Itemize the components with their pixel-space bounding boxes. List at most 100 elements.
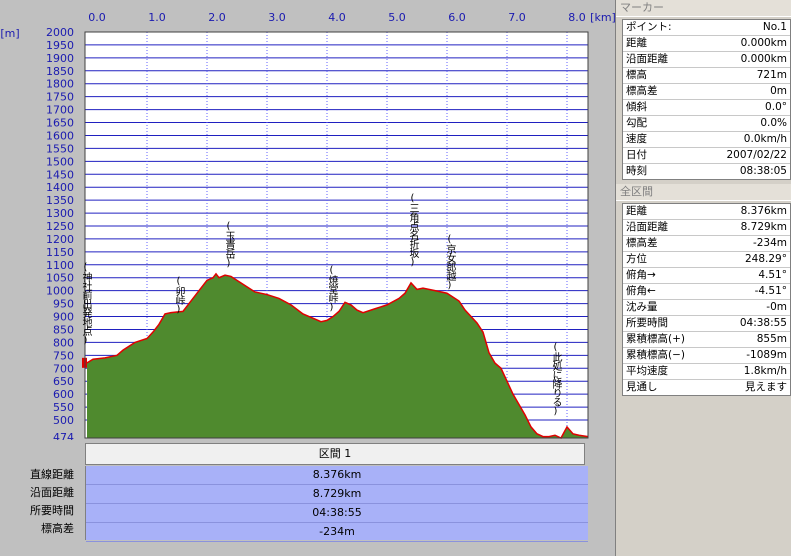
y-tick-label: 1700	[46, 104, 74, 117]
marker-value: 0.0km/h	[743, 133, 787, 145]
section-summary-key: 沈み量	[626, 301, 658, 313]
section-summary-key: 累積標高(−)	[626, 349, 685, 361]
marker-key: 日付	[626, 149, 647, 161]
x-tick-label: 5.0	[388, 11, 406, 24]
marker-value: 0.000km	[740, 37, 787, 49]
marker-value: No.1	[762, 21, 787, 33]
marker-table: ポイント: No.1 距離 0.000km 沿面距離 0.000km 標高 721m 標高差 0m…	[622, 19, 791, 180]
marker-panel-title: マーカー	[616, 0, 791, 17]
elevation-chart[interactable]: 2000 1950 1900 1850 1800 1750 1700 1650 1600 1550…	[0, 0, 615, 444]
marker-row: 標高差 0m	[623, 84, 790, 100]
section-summary-key: 俯角←	[626, 285, 656, 297]
y-tick-label: 1800	[46, 78, 74, 91]
x-tick-label: 6.0	[448, 11, 466, 24]
peak-annotation: (京女郎越)	[444, 234, 455, 290]
section-summary-key: 方位	[626, 253, 647, 265]
marker-row: 傾斜 0.0°	[623, 100, 790, 116]
peak-annotation: (三角点名折坂)	[407, 193, 418, 267]
section-summary-key: 平均速度	[626, 365, 668, 377]
y-tick-label: 800	[53, 336, 74, 349]
section-summary-value: -234m	[752, 237, 787, 249]
section-summary-value: 8.729km	[740, 221, 787, 233]
marker-row: 日付 2007/02/22	[623, 148, 790, 164]
x-tick-label: 4.0	[328, 11, 346, 24]
section-summary-row: 距離 8.376km	[623, 204, 790, 220]
section-summary-value: 4.51°	[758, 269, 787, 281]
y-tick-label: 1450	[46, 168, 74, 181]
y-tick-label: 650	[53, 375, 74, 388]
section-value-time: 04:38:55	[86, 504, 588, 523]
section-table: 8.376km 8.729km 04:38:55 -234m	[85, 466, 588, 542]
section-value-straight: 8.376km	[86, 466, 588, 485]
marker-key: 時刻	[626, 165, 647, 177]
marker-key: 勾配	[626, 117, 647, 129]
section-summary-value: 見えます	[745, 381, 787, 393]
marker-key: 距離	[626, 37, 647, 49]
section-label-surface: 沿面距離	[30, 486, 74, 499]
section-label-time: 所要時間	[30, 504, 74, 517]
section-summary-key: 所要時間	[626, 317, 668, 329]
marker-key: 標高	[626, 69, 647, 81]
marker-key: ポイント:	[626, 21, 672, 33]
section-panel-title: 全区間	[616, 184, 791, 201]
y-tick-label: 1350	[46, 194, 74, 207]
marker-row: 標高 721m	[623, 68, 790, 84]
marker-row: 速度 0.0km/h	[623, 132, 790, 148]
section-value-elev-diff: -234m	[86, 523, 588, 542]
y-tick-label: 1200	[46, 233, 74, 246]
marker-row: 勾配 0.0%	[623, 116, 790, 132]
y-tick-label: 750	[53, 349, 74, 362]
section-summary-value: 248.29°	[745, 253, 787, 265]
section-summary-value: 8.376km	[740, 205, 787, 217]
marker-value: 2007/02/22	[726, 149, 787, 161]
section-summary-row: 方位 248.29°	[623, 252, 790, 268]
x-tick-label: 0.0	[88, 11, 106, 24]
section-summary-row: 標高差 -234m	[623, 236, 790, 252]
y-tick-label: 1400	[46, 181, 74, 194]
section-summary-key: 累積標高(+)	[626, 333, 685, 345]
marker-value: 0m	[770, 85, 787, 97]
section-label-elev-diff: 標高差	[41, 522, 74, 535]
section-header[interactable]: 区間 1	[85, 443, 585, 465]
marker-key: 標高差	[626, 85, 658, 97]
marker-value: 08:38:05	[739, 165, 787, 177]
y-tick-label: 600	[53, 388, 74, 401]
section-summary-key: 俯角→	[626, 269, 656, 281]
elevation-chart-svg[interactable]: 2000195019001850180017501700165016001550…	[0, 0, 615, 444]
y-tick-label: 500	[53, 414, 74, 427]
y-tick-label: 1550	[46, 142, 74, 155]
section-summary-row: 沈み量 -0m	[623, 300, 790, 316]
y-tick-label: 1300	[46, 207, 74, 220]
y-tick-label: 1950	[46, 39, 74, 52]
marker-row: 距離 0.000km	[623, 36, 790, 52]
marker-key: 傾斜	[626, 101, 647, 113]
section-summary-row: 俯角← -4.51°	[623, 284, 790, 300]
x-unit-label: [km]	[590, 11, 615, 24]
y-tick-label: 1850	[46, 65, 74, 78]
y-tick-label: 1000	[46, 285, 74, 298]
y-tick-label: 1050	[46, 272, 74, 285]
marker-row: 時刻 08:38:05	[623, 164, 790, 179]
section-summary-key: 見通し	[626, 381, 658, 393]
section-summary-row: 所要時間 04:38:55	[623, 316, 790, 332]
y-min-label: 474	[53, 431, 74, 440]
section-summary-value: 855m	[756, 333, 787, 345]
peak-annotation: (卯峠)	[173, 276, 184, 314]
x-tick-label: 7.0	[508, 11, 526, 24]
peak-annotation: (神社前出発地点)	[80, 262, 91, 345]
y-tick-label: 1150	[46, 246, 74, 259]
section-summary-row: 累積標高(+) 855m	[623, 332, 790, 348]
section-summary-row: 平均速度 1.8km/h	[623, 364, 790, 380]
peak-annotation: (此処に降りる)	[550, 342, 561, 416]
marker-value: 0.0°	[765, 101, 787, 113]
info-panel: マーカー ポイント: No.1 距離 0.000km 沿面距離 0.000km 標高 721m…	[615, 0, 791, 556]
section-summary-key: 沿面距離	[626, 221, 668, 233]
section-summary-key: 距離	[626, 205, 647, 217]
section-value-surface: 8.729km	[86, 485, 588, 504]
section-summary-row: 俯角→ 4.51°	[623, 268, 790, 284]
section-summary-key: 標高差	[626, 237, 658, 249]
marker-value: 721m	[756, 69, 787, 81]
marker-row: 沿面距離 0.000km	[623, 52, 790, 68]
x-tick-label: 3.0	[268, 11, 286, 24]
y-tick-label: 1600	[46, 129, 74, 142]
